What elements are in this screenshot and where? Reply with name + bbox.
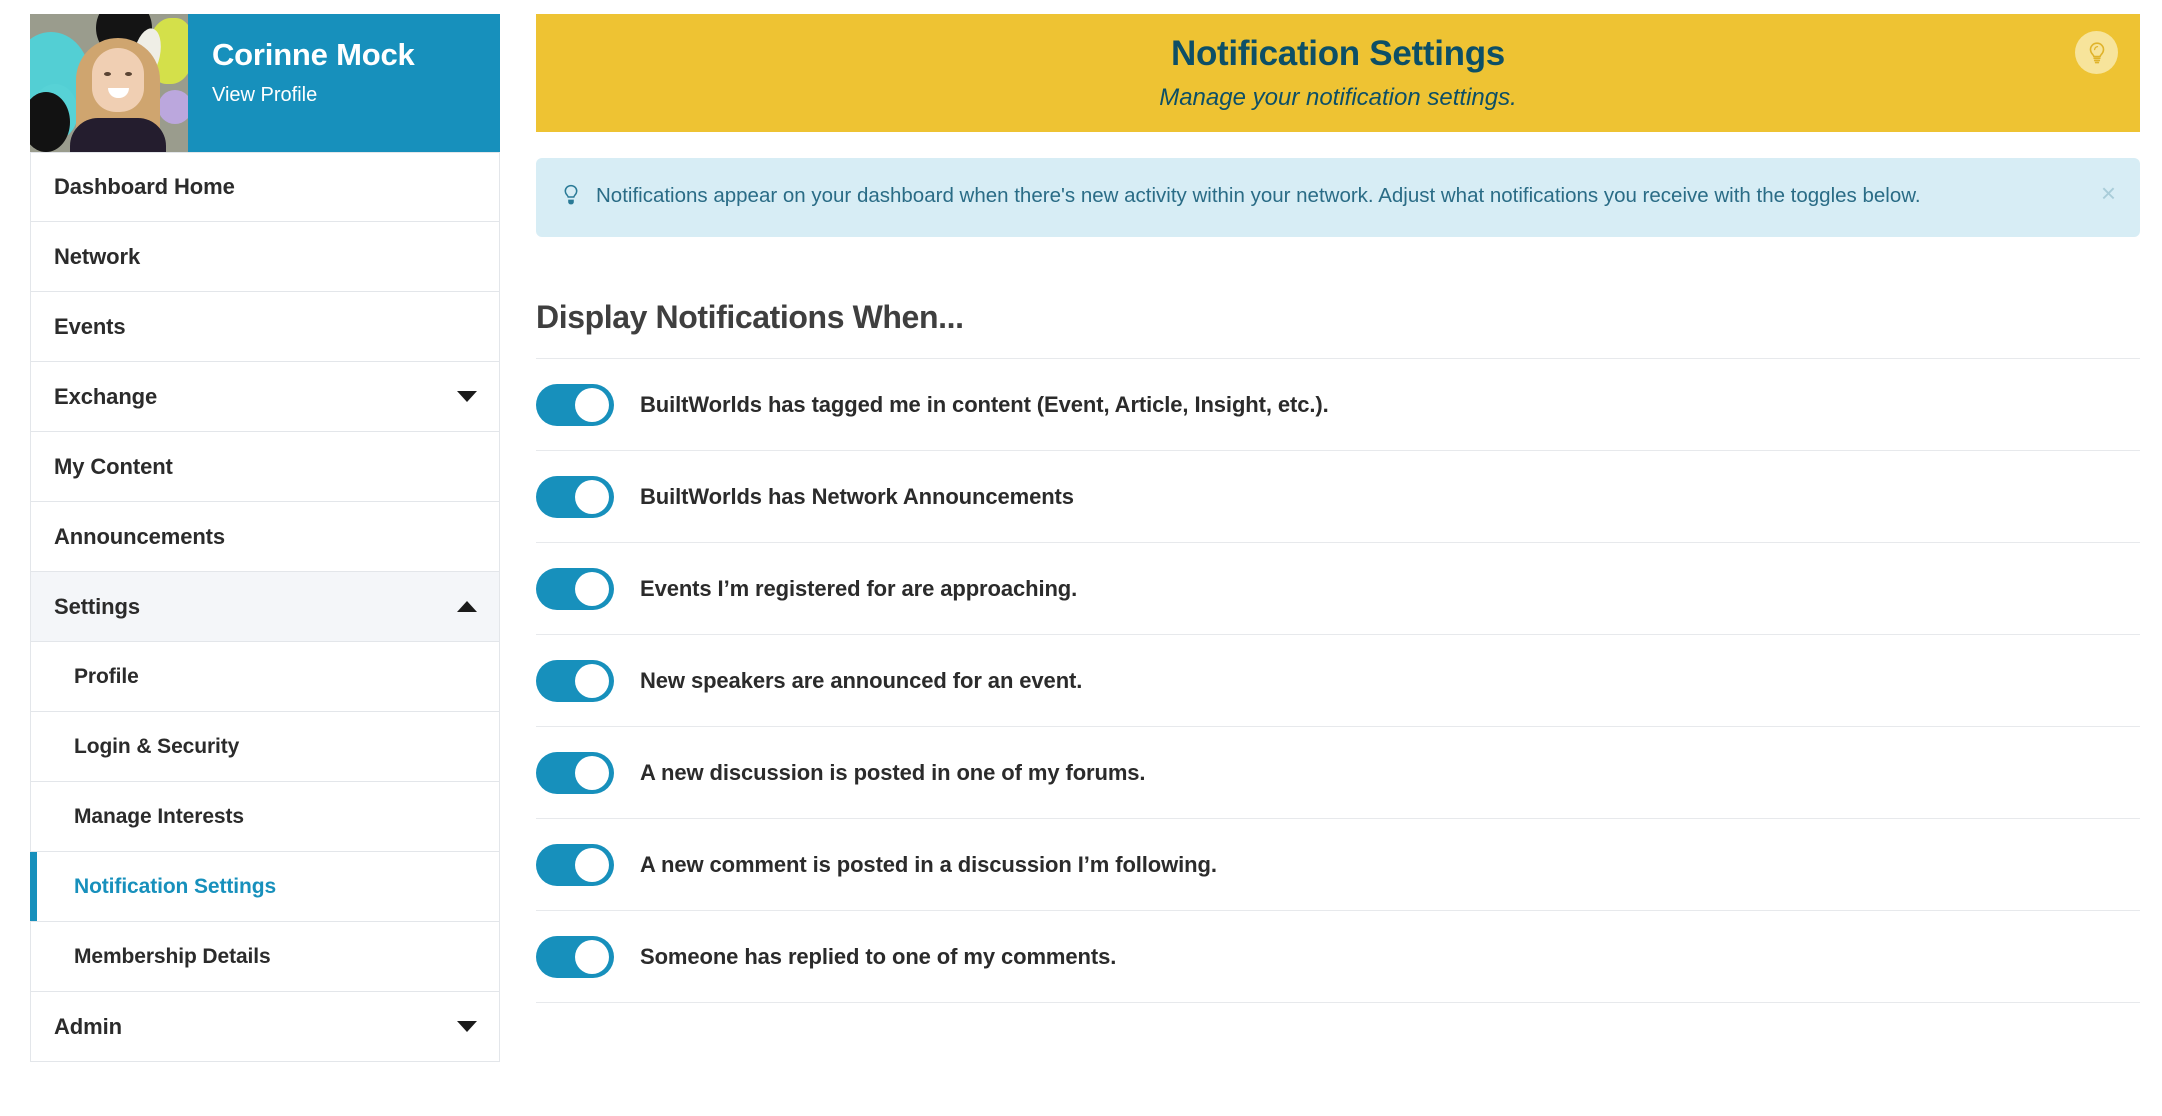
- notification-label: BuiltWorlds has tagged me in content (Ev…: [640, 391, 1329, 417]
- toggle-knob: [575, 571, 609, 606]
- toggle-knob: [575, 479, 609, 514]
- notification-label: New speakers are announced for an event.: [640, 667, 1083, 693]
- notification-row: New speakers are announced for an event.: [536, 634, 2140, 726]
- sidebar-item-label: Settings: [54, 593, 140, 619]
- toggle-knob: [575, 387, 609, 422]
- notification-toggle[interactable]: [536, 567, 614, 610]
- close-icon[interactable]: ×: [2101, 180, 2116, 206]
- notification-toggle[interactable]: [536, 843, 614, 886]
- notification-toggle-list: BuiltWorlds has tagged me in content (Ev…: [536, 358, 2140, 1094]
- profile-name: Corinne Mock: [212, 37, 415, 72]
- sidebar-item-label: Dashboard Home: [54, 174, 235, 199]
- sidebar-nav: Dashboard Home Network Events Exchange M…: [30, 152, 500, 1062]
- sidebar-item-label: Membership Details: [74, 944, 271, 968]
- notification-toggle[interactable]: [536, 751, 614, 794]
- page-subtitle: Manage your notification settings.: [1159, 84, 1517, 111]
- sidebar-item-dashboard-home[interactable]: Dashboard Home: [31, 152, 499, 222]
- sidebar-item-events[interactable]: Events: [31, 292, 499, 362]
- sidebar-item-membership-details[interactable]: Membership Details: [31, 922, 499, 992]
- view-profile-link[interactable]: View Profile: [212, 84, 317, 107]
- sidebar: Corinne Mock View Profile Dashboard Home…: [0, 0, 522, 1116]
- sidebar-item-admin[interactable]: Admin: [31, 992, 499, 1062]
- main-content: Notification Settings Manage your notifi…: [522, 0, 2162, 1116]
- sidebar-item-label: Manage Interests: [74, 804, 244, 828]
- info-banner: Notifications appear on your dashboard w…: [536, 158, 2140, 237]
- section-title: Display Notifications When...: [536, 299, 964, 335]
- sidebar-item-my-content[interactable]: My Content: [31, 432, 499, 502]
- sidebar-item-label: Exchange: [54, 383, 158, 409]
- sidebar-item-manage-interests[interactable]: Manage Interests: [31, 782, 499, 852]
- sidebar-item-settings[interactable]: Settings: [31, 572, 499, 642]
- sidebar-item-label: My Content: [54, 453, 173, 479]
- notification-toggle[interactable]: [536, 475, 614, 518]
- avatar: [30, 14, 188, 152]
- notification-toggle[interactable]: [536, 935, 614, 978]
- sidebar-item-label: Profile: [74, 664, 139, 688]
- app-root: Corinne Mock View Profile Dashboard Home…: [0, 0, 2162, 1116]
- chevron-down-icon: [457, 391, 477, 402]
- notification-row: A new comment is posted in a discussion …: [536, 818, 2140, 910]
- notification-label: BuiltWorlds has Network Announcements: [640, 483, 1074, 509]
- notification-label: Someone has replied to one of my comment…: [640, 943, 1117, 969]
- sidebar-item-announcements[interactable]: Announcements: [31, 502, 499, 572]
- info-banner-text: Notifications appear on your dashboard w…: [596, 184, 1921, 207]
- notification-label: Events I’m registered for are approachin…: [640, 575, 1078, 601]
- notification-toggle[interactable]: [536, 659, 614, 702]
- sidebar-item-notification-settings[interactable]: Notification Settings: [30, 852, 499, 922]
- sidebar-item-label: Login & Security: [74, 734, 240, 758]
- sidebar-item-label: Admin: [54, 1013, 122, 1039]
- notification-label: A new comment is posted in a discussion …: [640, 851, 1217, 877]
- toggle-knob: [575, 663, 609, 698]
- page-header-banner: Notification Settings Manage your notifi…: [536, 14, 2140, 132]
- sidebar-item-login-security[interactable]: Login & Security: [31, 712, 499, 782]
- sidebar-item-label: Announcements: [54, 523, 226, 549]
- sidebar-item-profile[interactable]: Profile: [31, 642, 499, 712]
- notification-row-divider: [536, 1002, 2140, 1094]
- sidebar-item-label: Events: [54, 313, 126, 339]
- notification-row: Someone has replied to one of my comment…: [536, 910, 2140, 1002]
- profile-card[interactable]: Corinne Mock View Profile: [30, 14, 500, 152]
- sidebar-item-exchange[interactable]: Exchange: [31, 362, 499, 432]
- sidebar-item-label: Network: [54, 243, 141, 269]
- notification-row: BuiltWorlds has Network Announcements: [536, 450, 2140, 542]
- notification-row: Events I’m registered for are approachin…: [536, 542, 2140, 634]
- chevron-down-icon: [457, 1021, 477, 1032]
- notification-row: BuiltWorlds has tagged me in content (Ev…: [536, 358, 2140, 450]
- toggle-knob: [575, 847, 609, 882]
- lightbulb-icon: [562, 184, 580, 213]
- sidebar-item-network[interactable]: Network: [31, 222, 499, 292]
- sidebar-item-label: Notification Settings: [74, 874, 277, 898]
- lightbulb-icon[interactable]: [2075, 31, 2118, 74]
- notification-label: A new discussion is posted in one of my …: [640, 759, 1146, 785]
- toggle-knob: [575, 755, 609, 790]
- profile-meta: Corinne Mock View Profile: [188, 14, 500, 152]
- chevron-up-icon: [457, 601, 477, 612]
- notification-toggle[interactable]: [536, 383, 614, 426]
- notification-row: A new discussion is posted in one of my …: [536, 726, 2140, 818]
- toggle-knob: [575, 939, 609, 974]
- page-title: Notification Settings: [1171, 34, 1505, 73]
